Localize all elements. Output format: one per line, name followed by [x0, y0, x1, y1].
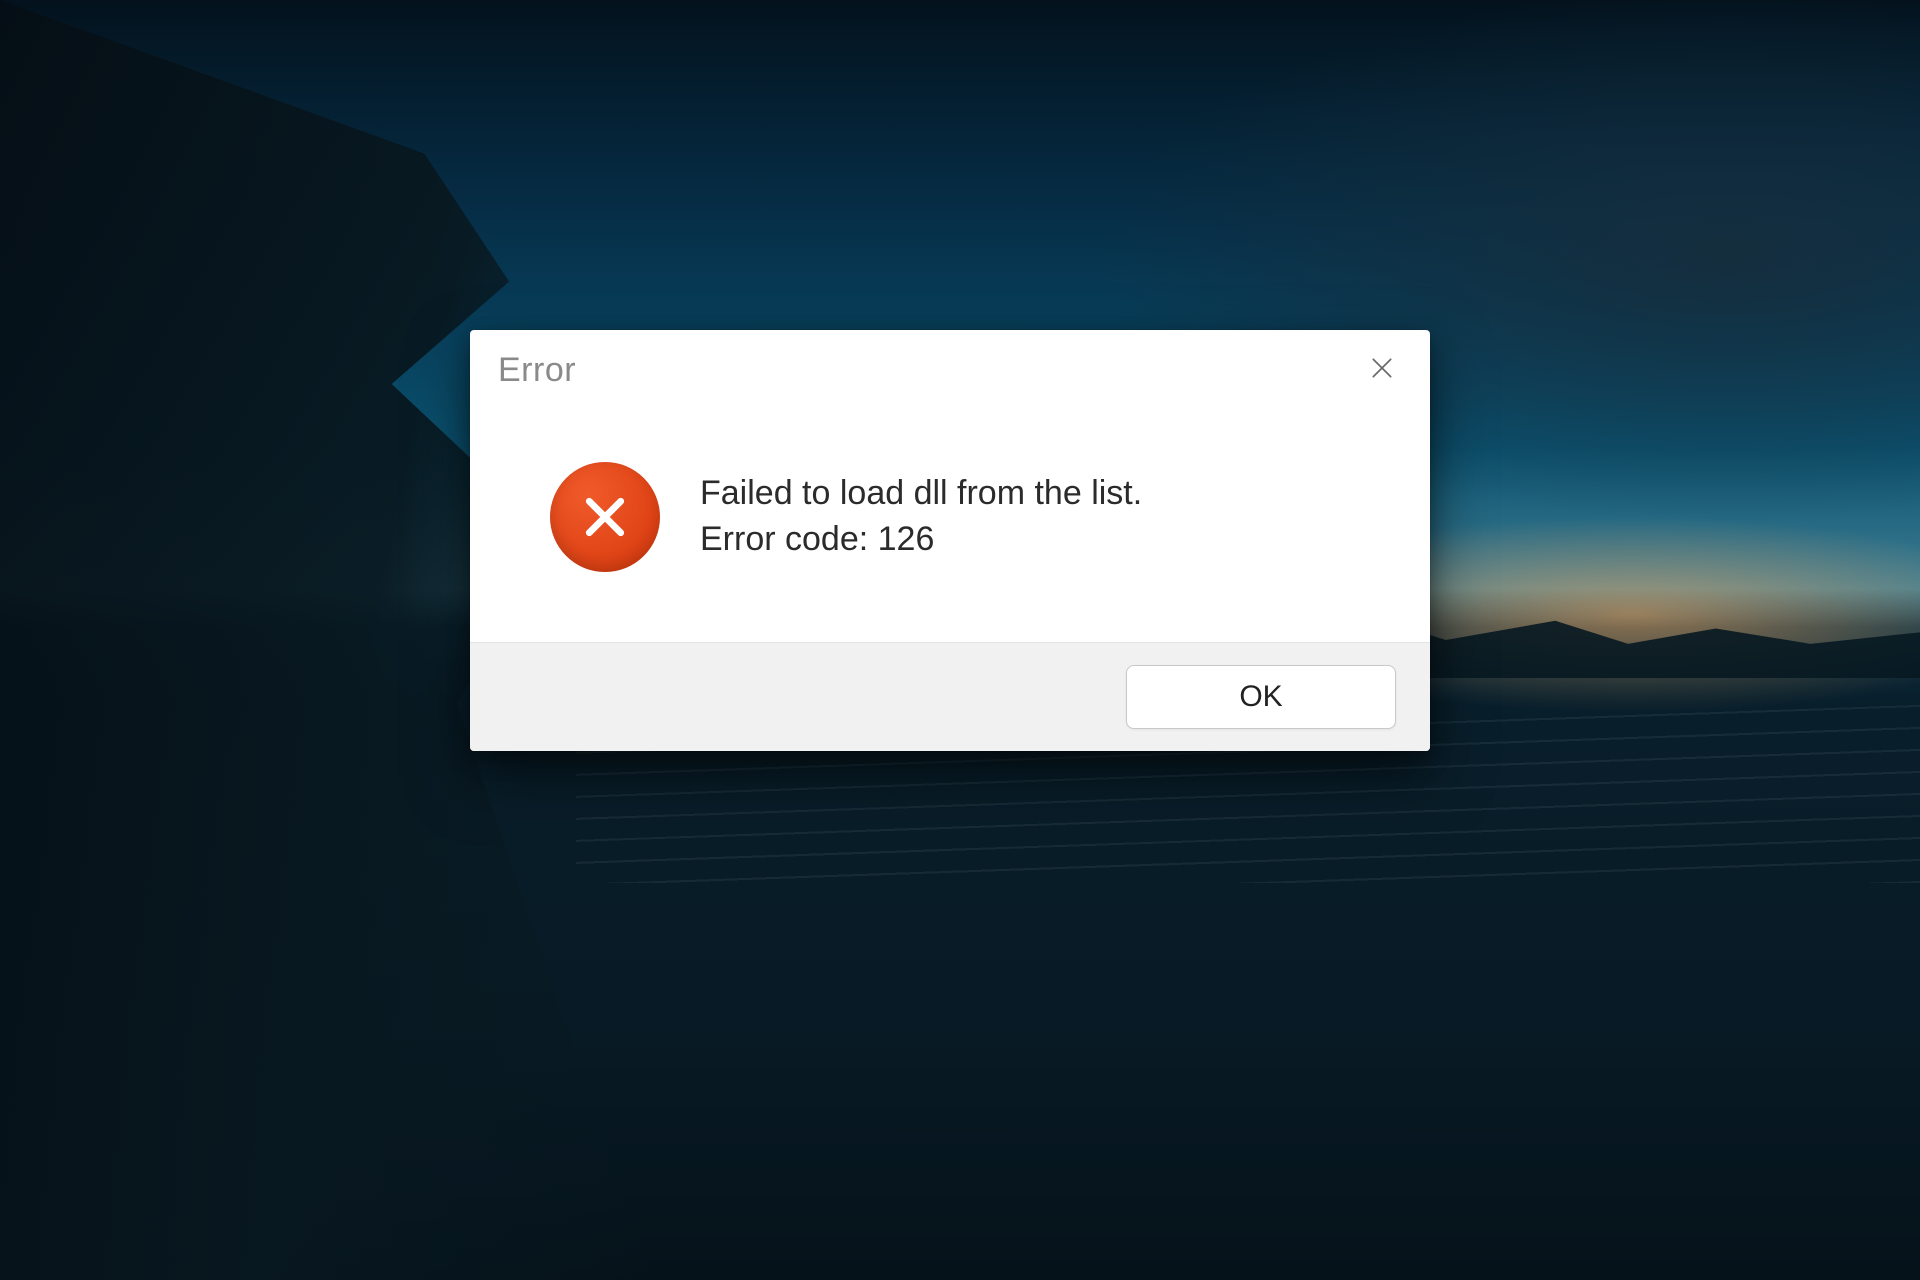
dialog-titlebar: Error — [470, 330, 1430, 402]
close-icon — [1369, 355, 1395, 386]
error-dialog: Error Failed to load dll from the list. … — [470, 330, 1430, 751]
dialog-footer: OK — [470, 642, 1430, 751]
close-button[interactable] — [1358, 346, 1406, 394]
ok-button[interactable]: OK — [1126, 665, 1396, 729]
dialog-title: Error — [498, 351, 576, 390]
dialog-body: Failed to load dll from the list. Error … — [470, 402, 1430, 642]
error-message-line2: Error code: 126 — [700, 517, 1142, 563]
error-x-icon — [550, 462, 660, 572]
error-message: Failed to load dll from the list. Error … — [700, 471, 1142, 563]
error-message-line1: Failed to load dll from the list. — [700, 471, 1142, 517]
